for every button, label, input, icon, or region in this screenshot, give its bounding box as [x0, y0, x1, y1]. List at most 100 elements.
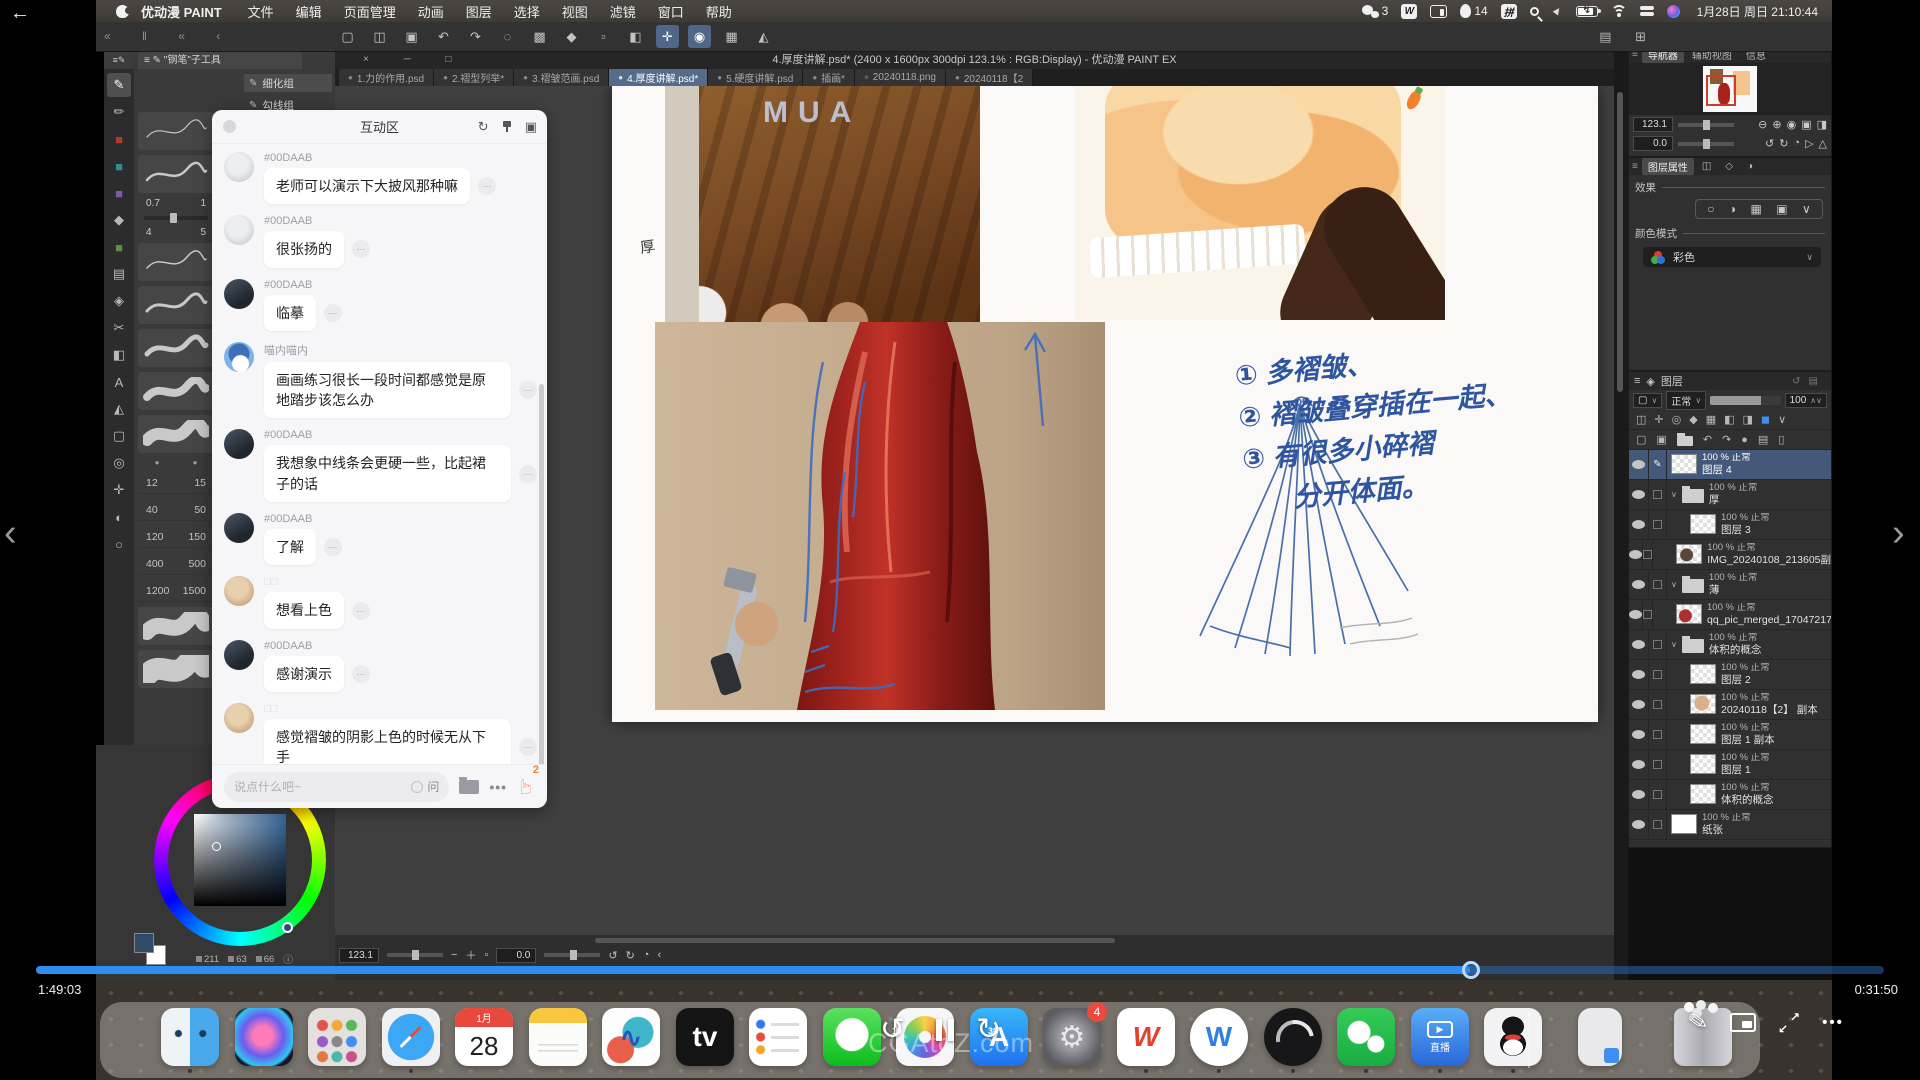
zoom-tool[interactable]: ○	[107, 532, 131, 556]
chat-reaction-button[interactable]: ···	[324, 538, 342, 556]
menu-item-0[interactable]: 文件	[248, 2, 274, 21]
layer-checkbox[interactable]	[1643, 550, 1652, 559]
sv-selector-dot[interactable]	[212, 842, 221, 851]
menu-item-8[interactable]: 窗口	[658, 2, 684, 21]
layer-visibility-cell[interactable]	[1629, 660, 1649, 689]
wps-status-icon[interactable]: W	[1401, 4, 1417, 19]
rewind-10-button[interactable]: ↺10	[880, 1012, 914, 1048]
document-tab-7[interactable]: ●20240118【2	[946, 69, 1033, 86]
reminders-icon[interactable]	[749, 1008, 807, 1066]
menu-item-4[interactable]: 图层	[466, 2, 492, 21]
wifi-icon[interactable]	[1611, 5, 1627, 17]
blend-tool[interactable]: ◧	[107, 343, 131, 367]
layer-visibility-cell[interactable]	[1629, 570, 1649, 599]
siri-icon[interactable]	[235, 1008, 293, 1066]
freeform-icon[interactable]: ∿	[602, 1008, 660, 1066]
subtool-purple[interactable]: ■	[107, 181, 131, 205]
view-mode-icon[interactable]: ◧	[624, 25, 647, 48]
collapse-status-icon[interactable]: ‹	[657, 949, 661, 961]
palette-color-box[interactable]: ▢ ∨	[1633, 393, 1662, 408]
qq-status-icon[interactable]: 14	[1460, 4, 1487, 18]
layer-check-cell[interactable]	[1649, 510, 1667, 539]
zoom-value-box[interactable]: 123.1	[339, 948, 379, 963]
layer-row[interactable]: 100 % 正常体积的概念	[1629, 780, 1831, 810]
navigator-thumbnail[interactable]	[1629, 63, 1831, 115]
menu-bar-clock[interactable]: 1月28日 周日 21:10:44	[1697, 3, 1818, 20]
size-value[interactable]: 1	[200, 198, 206, 209]
document-tab-2[interactable]: ●3.褶皱范画.psd	[514, 69, 609, 86]
layer-check-cell[interactable]	[1649, 570, 1667, 599]
effect-halftone-icon[interactable]: ▦	[1750, 202, 1761, 216]
lock-layer-icon[interactable]: ◆	[1689, 413, 1697, 426]
tab-props-4[interactable]: ◑	[1741, 160, 1759, 173]
deselect-icon[interactable]: ◌	[496, 25, 519, 48]
select-area-icon[interactable]: ▩	[528, 25, 551, 48]
wps-icon[interactable]: W	[1117, 1008, 1175, 1066]
chat-scrollbar[interactable]	[539, 384, 544, 764]
eye-icon[interactable]	[1629, 610, 1642, 619]
layers-menu-icon[interactable]: ≡	[1634, 375, 1640, 387]
tool-panel-tab[interactable]: ≡✎	[104, 52, 134, 69]
eye-icon[interactable]	[1632, 670, 1645, 679]
eye-icon[interactable]	[1629, 550, 1642, 559]
ask-toggle[interactable]: 问	[411, 778, 439, 795]
layer-row[interactable]: ✎100 % 正常图层 4	[1629, 450, 1831, 480]
blend-mode-dropdown[interactable]: 正常 ∨	[1666, 391, 1706, 410]
pip-button[interactable]	[1730, 1013, 1756, 1032]
nav-rotate-left-icon[interactable]: ↺	[1765, 137, 1774, 150]
nav-zoom-in-icon[interactable]: ⊕	[1772, 118, 1781, 131]
rotate-canvas-icon[interactable]: ◉	[688, 25, 711, 48]
layer-checkbox[interactable]	[1653, 640, 1662, 649]
eyedropper-tool[interactable]: ◎	[107, 451, 131, 475]
document-tab-4[interactable]: ●5.硬度讲解.psd	[708, 69, 803, 86]
rotate-value-box[interactable]: 0.0	[496, 948, 536, 963]
layer-visibility-cell[interactable]	[1629, 720, 1649, 749]
paint-app-icon[interactable]	[1264, 1008, 1322, 1066]
redo-icon[interactable]: ↷	[464, 25, 487, 48]
select-tool[interactable]: ◐	[107, 505, 131, 529]
w-app-icon[interactable]: W	[1190, 1008, 1248, 1066]
eye-icon[interactable]	[1632, 730, 1645, 739]
layer-visibility-cell[interactable]	[1629, 810, 1649, 839]
layer-checkbox[interactable]	[1653, 490, 1662, 499]
chat-reaction-button[interactable]: ···	[352, 602, 370, 620]
nav-zoom-100-icon[interactable]: ◉	[1787, 118, 1797, 131]
layer-checkbox[interactable]	[1653, 670, 1662, 679]
opacity-value-box[interactable]: 100 ∧∨	[1785, 393, 1827, 408]
lock-move-icon[interactable]: ✛	[1654, 413, 1663, 426]
nav-full-icon[interactable]: ◨	[1817, 118, 1827, 131]
layer-checkbox[interactable]	[1653, 730, 1662, 739]
nav-zoom-out-icon[interactable]: ⊖	[1758, 118, 1767, 131]
brush-size-row-1[interactable]: 4050	[138, 499, 214, 521]
primary-color-swatch[interactable]	[134, 933, 154, 953]
menu-item-3[interactable]: 动画	[418, 2, 444, 21]
brush-preview-mid-3[interactable]	[138, 372, 214, 410]
layer-row[interactable]: ∨100 % 正常厚	[1629, 480, 1831, 510]
brush-size-row-0[interactable]: 1215	[138, 472, 214, 494]
tab-props-2[interactable]: ◫	[1696, 160, 1717, 173]
panel-collapse-marks[interactable]: « ‖ « ‹	[104, 29, 234, 43]
apply-mask-icon[interactable]: ▤	[1758, 433, 1768, 446]
layer-checkbox[interactable]	[1653, 580, 1662, 589]
fit-screen-icon[interactable]: ▫	[484, 949, 488, 961]
navigator-zoom-value[interactable]: 123.1	[1633, 117, 1673, 132]
reset-rotation-icon[interactable]: ◔	[643, 949, 650, 961]
screenshot-status-icon[interactable]	[1430, 5, 1447, 18]
subtool-green[interactable]: ■	[107, 235, 131, 259]
brush-preview-mid-4[interactable]	[138, 415, 214, 453]
chat-pin-icon[interactable]	[502, 121, 512, 132]
rotate-slider[interactable]	[544, 953, 600, 957]
color-swatches[interactable]	[134, 933, 170, 967]
info-icon[interactable]: ⓘ	[283, 952, 293, 966]
document-tab-6[interactable]: ×20240118.png	[855, 69, 946, 86]
attach-file-icon[interactable]	[459, 780, 479, 794]
lock-alpha-icon[interactable]: ◎	[1672, 413, 1682, 426]
nav-flip-icon[interactable]: ▷	[1805, 137, 1813, 150]
menu-item-5[interactable]: 选择	[514, 2, 540, 21]
layer-visibility-cell[interactable]	[1629, 630, 1649, 659]
like-button[interactable]: ☞ 2	[517, 774, 535, 799]
zoom-slider[interactable]	[387, 953, 443, 957]
subtool-red[interactable]: ■	[107, 127, 131, 151]
brush-preview-mid-1[interactable]	[138, 286, 214, 324]
layer-check-cell[interactable]	[1649, 720, 1667, 749]
